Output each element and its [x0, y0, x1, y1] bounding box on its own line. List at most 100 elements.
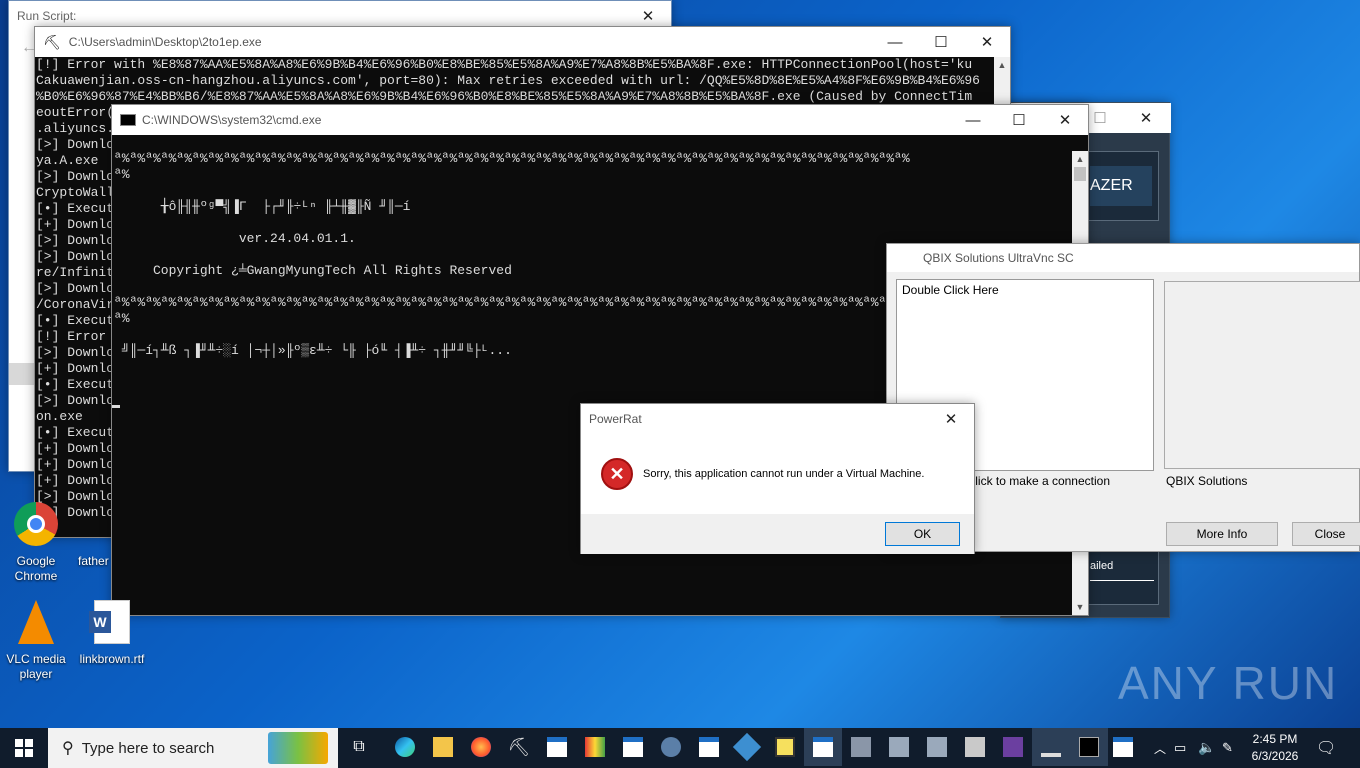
app-button[interactable] — [652, 728, 690, 766]
scroll-up-arrow-icon[interactable]: ▲ — [1072, 151, 1088, 167]
more-info-button[interactable]: More Info — [1166, 522, 1278, 546]
run-script-title: Run Script: — [17, 9, 77, 23]
start-button[interactable] — [0, 728, 48, 768]
desktop-icon-label: VLC media player — [6, 652, 66, 681]
app-button[interactable] — [880, 728, 918, 766]
purple-app-icon — [1003, 737, 1023, 757]
qbix-titlebar: QBIX Solutions UltraVnc SC — [887, 244, 1359, 272]
scroll-up-arrow-icon[interactable]: ▲ — [994, 57, 1010, 73]
scroll-down-arrow-icon[interactable]: ▼ — [1072, 599, 1088, 615]
list-item[interactable]: Double Click Here — [902, 283, 999, 297]
app-button[interactable] — [538, 728, 576, 766]
close-button[interactable]: ✕ — [928, 404, 974, 434]
search-box[interactable]: ⚲ Type here to search — [48, 728, 338, 768]
taskbar: ⚲ Type here to search ⧉ ⛏ ︿ ▭ 🔈 ✎ 2:45 P… — [0, 728, 1360, 768]
window-icon — [1113, 737, 1133, 757]
app-button[interactable] — [690, 728, 728, 766]
desktop-icon-chrome[interactable]: Google Chrome — [4, 502, 68, 584]
app-button[interactable] — [804, 728, 842, 766]
close-button[interactable]: ✕ — [1042, 105, 1088, 135]
maximize-button[interactable]: ☐ — [996, 105, 1042, 135]
console-line: %B0%E6%96%87%E4%BB%B6/%E8%87%AA%E5%8A%A8… — [36, 89, 973, 104]
maximize-icon: ☐ — [934, 34, 948, 51]
maximize-button[interactable]: ☐ — [918, 27, 964, 57]
blue-star-icon — [732, 732, 762, 762]
console-line: ª% — [114, 167, 130, 182]
notification-button[interactable]: 🗨 — [1316, 738, 1336, 758]
network-app-icon — [851, 737, 871, 757]
app-button[interactable] — [994, 728, 1032, 766]
puzzle-icon — [268, 732, 328, 764]
console-line: Cakuawenjian.oss-cn-hangzhou.aliyuncs.co… — [36, 73, 980, 88]
console-title: C:\Users\admin\Desktop\2to1ep.exe — [68, 35, 262, 49]
chart-app-icon — [775, 737, 795, 757]
chevron-up-icon: ︿ — [1153, 741, 1166, 756]
blazer-button[interactable]: AZER — [1090, 166, 1152, 206]
windows-icon — [15, 739, 33, 757]
window-icon — [547, 737, 567, 757]
app-button[interactable] — [1108, 728, 1138, 766]
language-tray-icon[interactable]: ✎ — [1222, 740, 1233, 756]
close-icon: ✕ — [641, 8, 655, 25]
installer-icon — [889, 737, 909, 757]
close-icon: ✕ — [980, 34, 994, 51]
volume-tray-icon[interactable]: 🔈 — [1198, 739, 1215, 756]
network-tray-icon[interactable]: ▭ — [1174, 740, 1186, 756]
window-icon — [699, 737, 719, 757]
close-button[interactable]: ✕ — [964, 27, 1010, 57]
cmd-icon — [1079, 737, 1099, 757]
cmd-taskbar-button[interactable] — [1070, 728, 1108, 766]
desktop-icon-label: Google Chrome — [14, 554, 58, 583]
app-button[interactable] — [842, 728, 880, 766]
desktop-icon-father[interactable]: father — [72, 502, 120, 584]
text-cursor — [112, 405, 120, 408]
app-button[interactable] — [576, 728, 614, 766]
firefox-icon — [471, 737, 491, 757]
pickaxe-icon: ⛏ — [507, 736, 531, 757]
blazer-status: ailed — [1087, 551, 1159, 605]
close-button[interactable]: ✕ — [1123, 103, 1169, 133]
app-button[interactable] — [1032, 728, 1070, 766]
ok-button[interactable]: OK — [885, 522, 960, 546]
cmd-icon — [120, 114, 136, 126]
app-button[interactable] — [956, 728, 994, 766]
show-hidden-icons-button[interactable]: ︿ — [1150, 728, 1170, 768]
powerrat-dialog[interactable]: PowerRat ✕ ✕ Sorry, this application can… — [580, 403, 975, 554]
clock[interactable]: 2:45 PM 6/3/2026 — [1240, 731, 1310, 765]
status-text: ailed — [1090, 560, 1114, 572]
clock-time: 2:45 PM — [1252, 732, 1298, 746]
notification-icon: 🗨 — [1316, 740, 1337, 757]
maximize-icon: ☐ — [1093, 110, 1107, 127]
minimize-button[interactable]: — — [872, 27, 918, 57]
task-view-button[interactable]: ⧉ — [340, 728, 378, 766]
app-button[interactable] — [614, 728, 652, 766]
close-icon: ✕ — [1139, 110, 1153, 127]
watermark-text: ANY RUN — [1118, 657, 1339, 709]
scroll-thumb[interactable] — [1074, 167, 1086, 181]
installer-icon — [927, 737, 947, 757]
close-button[interactable]: Close — [1292, 522, 1360, 546]
edge-icon — [395, 737, 415, 757]
pickaxe-app-button[interactable]: ⛏ — [500, 728, 538, 766]
edge-button[interactable] — [386, 728, 424, 766]
logo-panel — [1164, 281, 1360, 469]
app-button[interactable] — [766, 728, 804, 766]
qbix-caption: QBIX Solutions — [1166, 474, 1248, 488]
close-icon: ✕ — [944, 411, 958, 428]
app-button[interactable] — [728, 728, 766, 766]
console-titlebar: ⛏ C:\Users\admin\Desktop\2to1ep.exe — [35, 27, 1010, 57]
minimize-button[interactable]: — — [950, 105, 996, 135]
chrome-icon — [14, 502, 58, 546]
desktop-icon-vlc[interactable]: VLC media player — [4, 600, 68, 686]
desktop-icon-label: father — [78, 554, 109, 568]
minimize-icon: — — [887, 33, 903, 51]
blazer-panel: AZER — [1087, 151, 1159, 221]
file-explorer-button[interactable] — [424, 728, 462, 766]
desktop-icon-linkbrown[interactable]: W linkbrown.rtf — [78, 600, 146, 670]
firefox-button[interactable] — [462, 728, 500, 766]
download-app-icon — [1041, 737, 1061, 757]
app-button[interactable] — [918, 728, 956, 766]
dialog-message: Sorry, this application cannot run under… — [643, 468, 925, 480]
